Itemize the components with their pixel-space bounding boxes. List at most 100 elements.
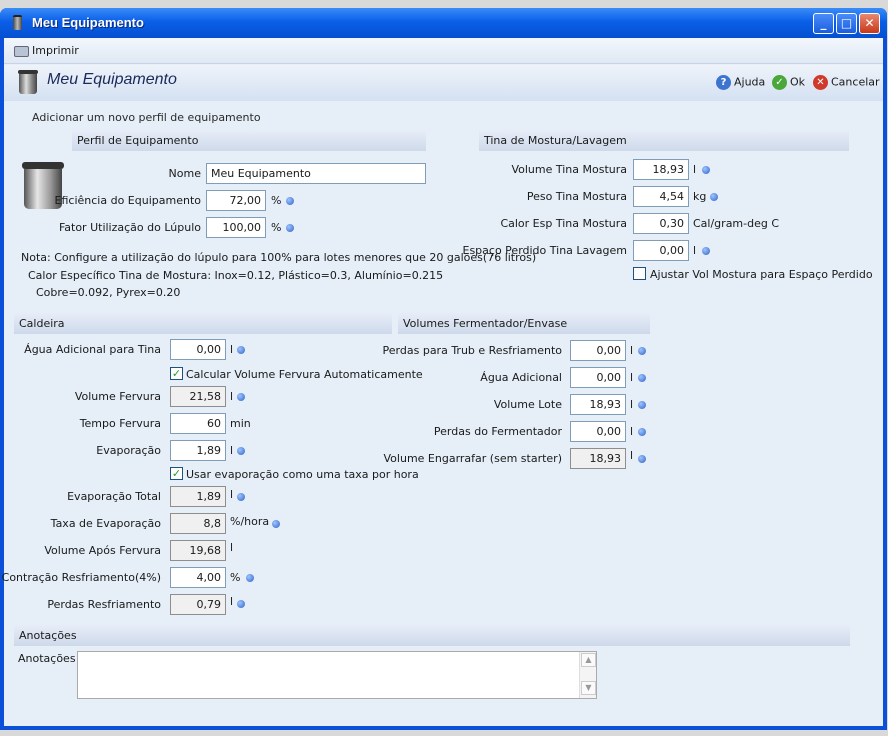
page-title: Meu Equipamento	[47, 71, 177, 88]
mash-weight-unit: kg	[693, 190, 707, 203]
brewpot-title-icon	[13, 15, 22, 30]
info-icon[interactable]	[237, 493, 245, 501]
lauter-deadspace-unit: l	[693, 244, 697, 257]
topup-kettle-input[interactable]: 0,00	[170, 339, 226, 360]
info-icon[interactable]	[638, 374, 646, 382]
trub-loss-input[interactable]: 0,00	[570, 340, 626, 361]
maximize-button[interactable]: □	[836, 13, 857, 34]
note-hop-utilization: Nota: Configure a utilização do lúpulo p…	[21, 251, 537, 264]
batch-volume-label: Volume Lote	[493, 398, 562, 411]
equipment-window: Meu Equipamento _ □ ✕ Imprimir Meu Equip…	[0, 8, 887, 730]
info-icon[interactable]	[286, 197, 294, 205]
hop-util-unit: %	[271, 221, 282, 234]
lauter-deadspace-label: Espaço Perdido Tina Lavagem	[462, 244, 628, 257]
header: Meu Equipamento ? Ajuda ✓ Ok ✕ Cancelar	[4, 65, 883, 101]
boil-volume-field: 21,58	[170, 386, 226, 407]
top-up-water-input[interactable]: 0,00	[570, 367, 626, 388]
info-icon[interactable]	[638, 347, 646, 355]
boil-time-input[interactable]: 60	[170, 413, 226, 434]
toolbar: Imprimir	[4, 38, 883, 64]
top-up-water-label: Água Adicional	[480, 371, 562, 384]
info-icon[interactable]	[638, 401, 646, 409]
mash-weight-label: Peso Tina Mostura	[526, 190, 627, 203]
post-boil-volume-unit: l	[230, 541, 234, 554]
window-title: Meu Equipamento	[32, 15, 144, 30]
efficiency-input[interactable]: 72,00	[206, 190, 266, 211]
info-icon[interactable]	[702, 247, 710, 255]
name-input[interactable]: Meu Equipamento	[206, 163, 426, 184]
calc-boil-volume-label: Calcular Volume Fervura Automaticamente	[186, 368, 423, 381]
cooling-shrinkage-input[interactable]: 4,00	[170, 567, 226, 588]
scroll-down-icon[interactable]: ▼	[581, 681, 596, 695]
mash-weight-input[interactable]: 4,54	[633, 186, 689, 207]
notes-scrollbar[interactable]: ▲ ▼	[579, 652, 596, 698]
info-icon[interactable]	[237, 393, 245, 401]
print-button[interactable]: Imprimir	[14, 44, 79, 57]
help-icon: ?	[716, 75, 731, 90]
mash-volume-label: Volume Tina Mostura	[511, 163, 627, 176]
bottling-volume-label: Volume Engarrafar (sem starter)	[383, 452, 562, 465]
info-icon[interactable]	[272, 520, 280, 528]
evap-rate-checkbox[interactable]: ✓	[170, 467, 183, 480]
brewpot-icon	[18, 70, 38, 95]
info-icon[interactable]	[638, 428, 646, 436]
cooling-shrinkage-label: Contração Resfriamento(4%)	[1, 571, 161, 584]
topup-kettle-label: Água Adicional para Tina	[24, 343, 161, 356]
help-button[interactable]: ? Ajuda	[716, 75, 765, 90]
boil-volume-label: Volume Fervura	[74, 390, 161, 403]
close-button[interactable]: ✕	[859, 13, 880, 34]
evaporation-input[interactable]: 1,89	[170, 440, 226, 461]
adjust-mash-volume-label: Ajustar Vol Mostura para Espaço Perdido	[650, 268, 873, 281]
info-icon[interactable]	[710, 193, 718, 201]
page-subtitle: Adicionar um novo perfil de equipamento	[32, 111, 261, 124]
scroll-up-icon[interactable]: ▲	[581, 653, 596, 667]
evaporation-total-unit: l	[230, 488, 234, 501]
section-mash-tun: Tina de Mostura/Lavagem	[479, 130, 849, 151]
evaporation-total-field: 1,89	[170, 486, 226, 507]
fermenter-loss-input[interactable]: 0,00	[570, 421, 626, 442]
info-icon[interactable]	[237, 600, 245, 608]
post-boil-volume-label: Volume Após Fervura	[44, 544, 161, 557]
section-notes: Anotações	[14, 625, 850, 646]
topup-kettle-unit: l	[230, 343, 234, 356]
info-icon[interactable]	[237, 346, 245, 354]
info-icon[interactable]	[638, 455, 646, 463]
section-kettle: Caldeira	[14, 313, 392, 334]
evaporation-label: Evaporação	[96, 444, 161, 457]
batch-volume-input[interactable]: 18,93	[570, 394, 626, 415]
minimize-button[interactable]: _	[813, 13, 834, 34]
notes-textarea[interactable]: ▲ ▼	[77, 651, 597, 699]
cancel-label: Cancelar	[831, 75, 880, 89]
calc-boil-volume-checkbox[interactable]: ✓	[170, 367, 183, 380]
help-label: Ajuda	[734, 75, 766, 89]
mash-volume-input[interactable]: 18,93	[633, 159, 689, 180]
info-icon[interactable]	[286, 224, 294, 232]
top-up-water-unit: l	[630, 371, 634, 384]
title-bar[interactable]: Meu Equipamento _ □ ✕	[0, 8, 887, 38]
hop-util-input[interactable]: 100,00	[206, 217, 266, 238]
mash-volume-unit: l	[693, 163, 697, 176]
evaporation-rate-unit: %/hora	[230, 515, 270, 528]
mash-heat-input[interactable]: 0,30	[633, 213, 689, 234]
mash-heat-label: Calor Esp Tina Mostura	[500, 217, 627, 230]
ok-label: Ok	[790, 75, 806, 89]
trub-loss-unit: l	[630, 344, 634, 357]
boil-volume-unit: l	[230, 390, 234, 403]
efficiency-unit: %	[271, 194, 282, 207]
ok-button[interactable]: ✓ Ok	[772, 75, 805, 90]
evaporation-rate-label: Taxa de Evaporação	[50, 517, 161, 530]
info-icon[interactable]	[237, 447, 245, 455]
note-specific-heat-2: Cobre=0.092, Pyrex=0.20	[36, 286, 181, 299]
hop-util-label: Fator Utilização do Lúpulo	[58, 221, 201, 234]
fermenter-loss-unit: l	[630, 425, 634, 438]
section-fermenter: Volumes Fermentador/Envase	[398, 313, 650, 334]
mash-heat-unit: Cal/gram-deg C	[693, 217, 780, 230]
info-icon[interactable]	[246, 574, 254, 582]
window-client: Imprimir Meu Equipamento ? Ajuda ✓ Ok ✕ Can…	[1, 38, 883, 726]
info-icon[interactable]	[702, 166, 710, 174]
evaporation-rate-field: 8,8	[170, 513, 226, 534]
lauter-deadspace-input[interactable]: 0,00	[633, 240, 689, 261]
cancel-button[interactable]: ✕ Cancelar	[813, 75, 880, 90]
notes-text	[78, 652, 596, 658]
adjust-mash-volume-checkbox[interactable]	[633, 267, 646, 280]
